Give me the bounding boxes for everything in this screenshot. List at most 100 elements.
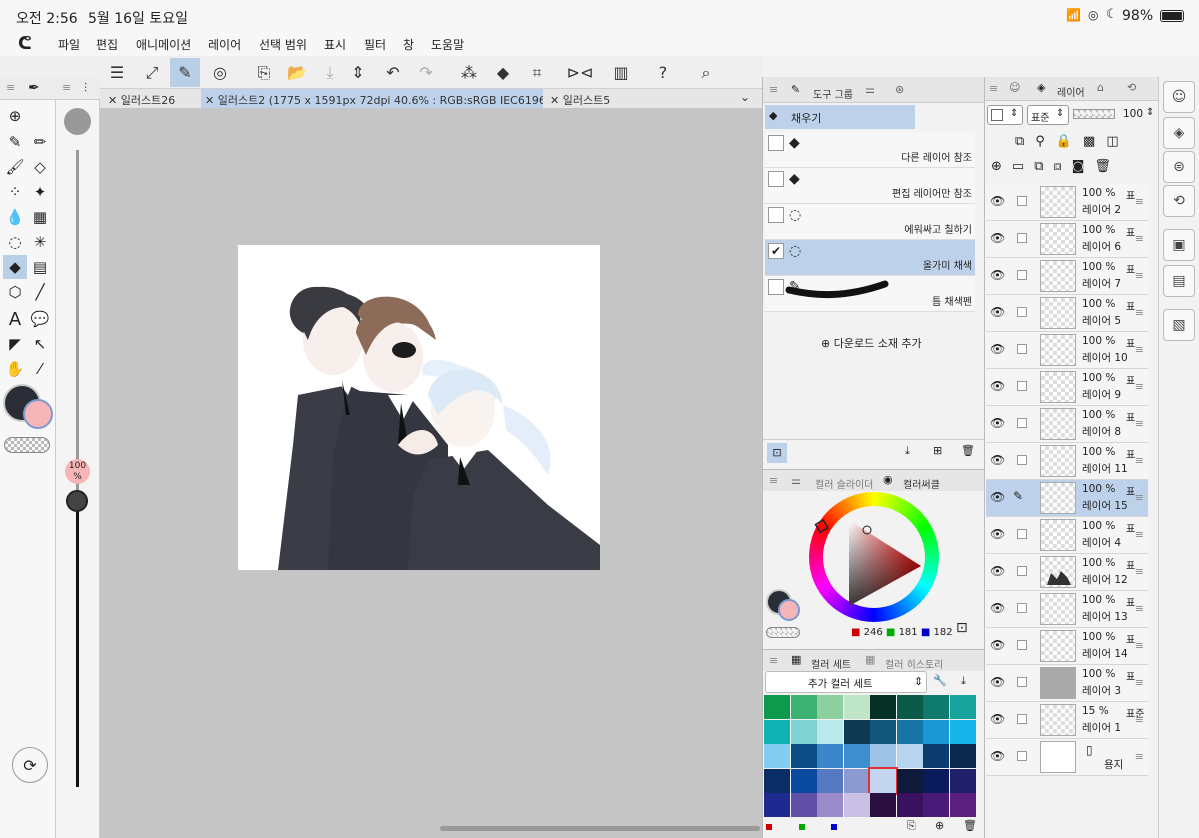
menu-file[interactable]: 파일 <box>58 36 80 53</box>
drag-handle-icon[interactable]: ≡ <box>1135 454 1144 467</box>
drag-handle-icon[interactable]: ≡ <box>1135 750 1144 763</box>
download-material-button[interactable]: ⊕ 다운로드 소재 추가 <box>821 335 922 351</box>
frame-tool-icon[interactable]: ▦ <box>28 205 52 229</box>
visibility-eye-icon[interactable]: 👁 <box>990 675 1005 689</box>
opacity-slider-thumb[interactable] <box>66 490 88 512</box>
drag-handle-icon[interactable]: ≡ <box>1135 417 1144 430</box>
subtool-checkbox[interactable]: ✔ <box>768 243 784 259</box>
drag-handle-icon[interactable]: ≡ <box>1135 232 1144 245</box>
save-icon[interactable]: ⤓ <box>315 58 345 87</box>
drag-handle-icon[interactable]: ≡ <box>1135 195 1144 208</box>
drag-handle-icon[interactable]: ≡ <box>1135 639 1144 652</box>
fit-window-icon[interactable]: ⤢ <box>137 58 167 87</box>
tab-illust2[interactable]: ✕ 일러스트2 (1775 x 1591px 72dpi 40.6% : RGB… <box>201 89 543 108</box>
brush-tool-icon[interactable]: 🖌 <box>3 155 27 179</box>
color-hue-ring[interactable] <box>809 492 939 622</box>
canvas-horizontal-scrollbar[interactable] <box>440 826 760 831</box>
color-swatch[interactable] <box>764 719 790 744</box>
color-swatch[interactable] <box>843 719 870 744</box>
color-swatch[interactable] <box>923 768 949 793</box>
color-swatch[interactable] <box>790 793 817 817</box>
add-color-icon[interactable]: ⊕ <box>935 819 944 832</box>
color-swatch[interactable] <box>764 744 790 768</box>
layer-row[interactable]: 👁 15 % 표준 레이어 1 ≡ <box>986 702 1148 739</box>
balloon-tool-icon[interactable]: 💬 <box>28 307 52 331</box>
color-swatch[interactable] <box>870 695 896 719</box>
color-swatch[interactable] <box>896 695 923 719</box>
rotate-view-icon[interactable]: ⟳ <box>12 747 48 783</box>
color-swatch[interactable] <box>843 695 870 719</box>
drag-handle-icon[interactable]: ≡ <box>1135 491 1144 504</box>
color-panel-sub-swatch[interactable] <box>778 599 800 621</box>
download-tool-icon[interactable]: ⊕ <box>3 104 27 128</box>
clip-studio-icon[interactable]: ◎ <box>205 58 235 87</box>
tab-color-circle[interactable]: 컬러써클 <box>903 476 940 491</box>
layer-row[interactable]: 👁 100 % 표 레이어 6 ≡ <box>986 221 1148 258</box>
subtool-group-tab[interactable]: 도구 그룹 <box>813 86 853 101</box>
blend-mode-dropdown[interactable]: 표준 ⇕ <box>1027 105 1069 125</box>
material-image-dock-icon[interactable]: ▤ <box>1163 265 1195 297</box>
layer-property-dock-icon[interactable]: ☺ <box>1163 81 1195 113</box>
color-swatch[interactable] <box>817 744 843 768</box>
lasso-tool-icon[interactable]: ◌ <box>3 230 27 254</box>
layer-row[interactable]: 👁 ✎ 100 % 표 레이어 15 ≡ <box>986 480 1148 517</box>
app-logo-icon[interactable]: ᕦ <box>18 34 32 54</box>
layer-row[interactable]: 👁 100 % 표 레이어 2 ≡ <box>986 184 1148 221</box>
color-panel-transparent-swatch[interactable] <box>766 627 800 638</box>
opacity-stepper-icon[interactable]: ⇕ <box>1146 107 1154 118</box>
palette-menu-icon[interactable]: ≡ <box>6 81 15 94</box>
tool-property-tab-icon[interactable]: ⚌ <box>865 83 875 96</box>
drag-handle-icon[interactable]: ≡ <box>1135 713 1144 726</box>
fill-icon[interactable]: ◆ <box>488 58 518 87</box>
up-down-icon[interactable]: ⇕ <box>343 58 373 87</box>
tab-color-history[interactable]: 컬러 히스토리 <box>885 656 943 671</box>
lock-icon[interactable]: 🔒 <box>1056 134 1083 149</box>
visibility-eye-icon[interactable]: 👁 <box>990 194 1005 208</box>
layer-lock-checkbox[interactable] <box>1017 418 1027 428</box>
eraser-tool-icon[interactable]: ◇ <box>28 155 52 179</box>
color-swatch[interactable] <box>817 695 843 719</box>
subtool-settings-icon[interactable]: ⊡ <box>767 443 787 463</box>
color-swatch[interactable] <box>949 695 976 719</box>
menu-help[interactable]: 도움말 <box>431 36 464 53</box>
menu-view[interactable]: 표시 <box>324 36 346 53</box>
tab-illust26[interactable]: ✕ 일러스트26 <box>104 89 200 108</box>
color-swatch[interactable] <box>764 793 790 817</box>
layer-row-paper[interactable]: 👁 ▯ 용지 ≡ <box>986 739 1148 776</box>
mask-icon[interactable]: ◫ <box>1106 134 1129 149</box>
airbrush-tool-icon[interactable]: ⁘ <box>3 180 27 204</box>
menu-layer[interactable]: 레이어 <box>208 36 241 53</box>
color-triangle[interactable] <box>809 492 939 622</box>
visibility-eye-icon[interactable]: 👁 <box>990 268 1005 282</box>
color-swatch[interactable] <box>817 793 843 817</box>
canvas-artwork[interactable] <box>238 245 600 570</box>
color-swatch[interactable] <box>949 768 976 793</box>
history-dock-icon[interactable]: ⟲ <box>1163 185 1195 217</box>
color-swatch[interactable] <box>949 793 976 817</box>
menu-list-icon[interactable]: ☰ <box>102 58 132 87</box>
visibility-eye-icon[interactable]: 👁 <box>990 342 1005 356</box>
color-set-menu-icon[interactable]: ≡ <box>769 654 778 667</box>
menu-window[interactable]: 창 <box>403 36 414 53</box>
open-file-icon[interactable]: 📂 <box>282 58 312 87</box>
new-file-icon[interactable]: ⎘ <box>249 58 279 87</box>
brush-shape-tab-icon[interactable]: ⊛ <box>895 83 904 96</box>
color-swatch[interactable] <box>923 695 949 719</box>
layer-lock-checkbox[interactable] <box>1017 529 1027 539</box>
tab-layer[interactable]: 레이어 <box>1057 84 1085 99</box>
visibility-eye-icon[interactable]: 👁 <box>990 564 1005 578</box>
tab-illust5[interactable]: ✕ 일러스트5 <box>546 89 646 108</box>
duplicate-subtool-icon[interactable]: ⊞ <box>933 444 942 457</box>
color-swatch[interactable] <box>843 744 870 768</box>
color-swatch[interactable] <box>870 744 896 768</box>
clip-layer-icon[interactable]: ⧉ <box>1015 134 1035 149</box>
layer-lock-checkbox[interactable] <box>1017 344 1027 354</box>
subtool-menu-icon[interactable]: ≡ <box>769 83 778 96</box>
color-swatch[interactable] <box>868 766 898 795</box>
eyedropper-tool-icon[interactable]: ⁄ <box>28 357 52 381</box>
color-swatch[interactable] <box>843 768 870 793</box>
layer-row[interactable]: 👁 100 % 표 레이어 3 ≡ <box>986 665 1148 702</box>
color-swatch[interactable] <box>870 719 896 744</box>
visibility-eye-icon[interactable]: 👁 <box>990 638 1005 652</box>
layer-row[interactable]: 👁 100 % 표 레이어 9 ≡ <box>986 369 1148 406</box>
